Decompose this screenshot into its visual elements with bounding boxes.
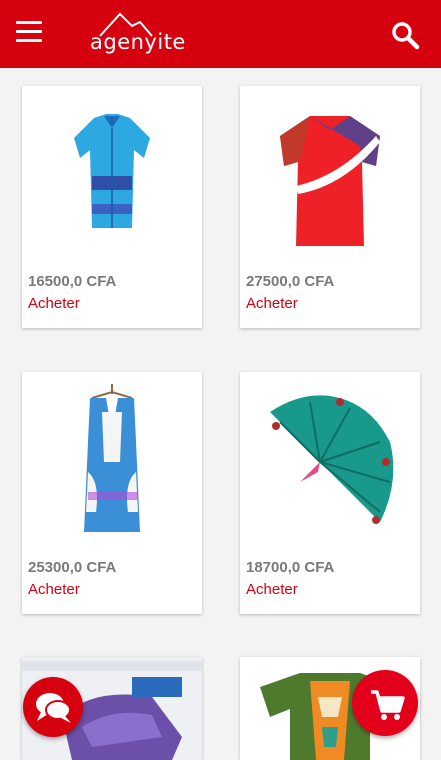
hamburger-line [16, 39, 42, 42]
product-card[interactable]: 16500,0 CFA Acheter [22, 86, 202, 328]
search-icon [392, 22, 420, 50]
blue-shirt-image [22, 86, 202, 262]
chat-bubbles-icon [36, 693, 71, 723]
logo-text: agenyite [90, 30, 186, 54]
shopping-cart-icon [371, 690, 405, 720]
menu-button[interactable] [16, 21, 42, 45]
product-image[interactable] [240, 372, 420, 548]
buy-link[interactable]: Acheter [28, 581, 80, 598]
hamburger-menu-icon [16, 21, 42, 24]
green-fabric-image [240, 372, 420, 548]
buy-link[interactable]: Acheter [246, 581, 298, 598]
top-app-bar: agenyite [0, 0, 441, 68]
product-card[interactable]: 25300,0 CFA Acheter [22, 372, 202, 614]
red-plaid-shirt-image [240, 86, 420, 262]
product-card[interactable]: 27500,0 CFA Acheter [240, 86, 420, 328]
brand-logo[interactable]: agenyite [86, 10, 185, 58]
product-image[interactable] [22, 372, 202, 548]
buy-link[interactable]: Acheter [246, 295, 298, 312]
search-button[interactable] [390, 20, 420, 50]
blue-dress-image [22, 372, 202, 548]
buy-link[interactable]: Acheter [28, 295, 80, 312]
chat-button[interactable] [23, 677, 83, 737]
product-price: 27500,0 CFA [246, 273, 335, 290]
product-price: 18700,0 CFA [246, 559, 335, 576]
hamburger-line [16, 30, 42, 33]
product-image[interactable] [22, 86, 202, 262]
product-image[interactable] [240, 86, 420, 262]
cart-button[interactable] [352, 670, 418, 736]
product-card[interactable]: 18700,0 CFA Acheter [240, 372, 420, 614]
product-price: 16500,0 CFA [28, 273, 117, 290]
product-price: 25300,0 CFA [28, 559, 117, 576]
